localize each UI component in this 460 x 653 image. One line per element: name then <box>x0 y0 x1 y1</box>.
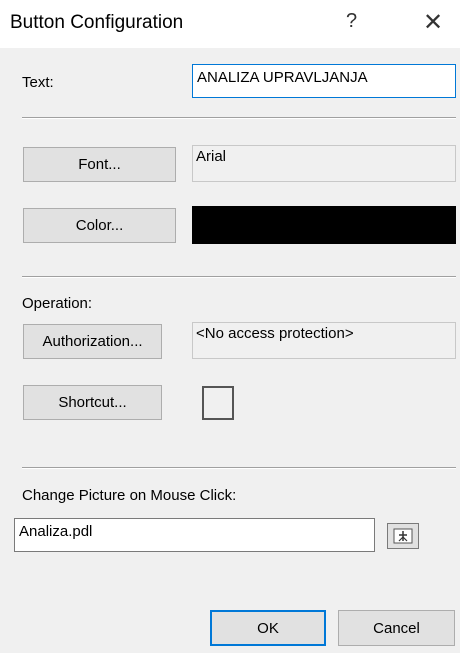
ok-button[interactable]: OK <box>210 610 326 646</box>
authorization-button[interactable]: Authorization... <box>23 324 162 359</box>
browse-picture-icon <box>393 528 413 544</box>
picture-input[interactable]: Analiza.pdl <box>14 518 375 552</box>
shortcut-field[interactable] <box>202 386 234 420</box>
authorization-value: <No access protection> <box>192 322 456 359</box>
text-input[interactable]: ANALIZA UPRAVLJANJA <box>192 64 456 98</box>
color-button[interactable]: Color... <box>23 208 176 243</box>
color-swatch <box>192 206 456 244</box>
help-icon[interactable]: ? <box>346 10 357 33</box>
dialog-title: Button Configuration <box>10 12 184 33</box>
cancel-button[interactable]: Cancel <box>338 610 455 646</box>
text-label: Text: <box>22 74 54 91</box>
shortcut-button[interactable]: Shortcut... <box>23 385 162 420</box>
font-value: Arial <box>192 145 456 182</box>
browse-picture-button[interactable] <box>387 523 419 549</box>
title-bar: Button Configuration ? ✕ <box>0 0 460 48</box>
close-icon[interactable]: ✕ <box>420 8 446 37</box>
picture-label: Change Picture on Mouse Click: <box>22 487 237 504</box>
operation-label: Operation: <box>22 295 93 312</box>
separator <box>22 276 456 278</box>
separator <box>22 117 456 119</box>
font-button[interactable]: Font... <box>23 147 176 182</box>
separator <box>22 467 456 469</box>
